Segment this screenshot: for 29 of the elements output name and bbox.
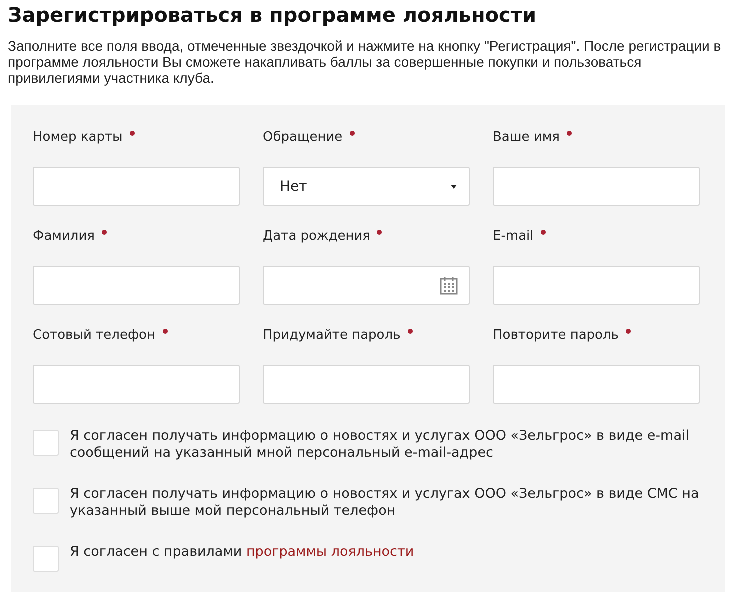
input-field[interactable] bbox=[33, 266, 240, 305]
field-label: Ваше имя bbox=[493, 129, 560, 147]
field-label: E-mail bbox=[493, 228, 534, 246]
field-label: Номер карты bbox=[33, 129, 123, 147]
checkbox[interactable] bbox=[33, 546, 59, 572]
field-label: Дата рождения bbox=[263, 228, 370, 246]
rules-link[interactable]: программы лояльности bbox=[246, 544, 414, 560]
date-field[interactable] bbox=[263, 266, 470, 305]
input-field[interactable] bbox=[493, 266, 700, 305]
checkbox[interactable] bbox=[33, 488, 59, 514]
input-field[interactable] bbox=[493, 167, 700, 206]
input-field[interactable] bbox=[263, 365, 470, 404]
input-field[interactable] bbox=[493, 365, 700, 404]
input-field[interactable] bbox=[33, 167, 240, 206]
page-title: Зарегистрироваться в программе лояльности bbox=[8, 2, 538, 28]
caret-icon bbox=[451, 184, 457, 188]
select-field[interactable]: Нет bbox=[263, 167, 470, 206]
consent-text: Я согласен получать информацию о новостях и услугах ООО «Зельгрос» в виде СМС на указанный выше мой персональный телефон bbox=[70, 486, 700, 520]
field-label: Сотовый телефон bbox=[33, 327, 156, 345]
consent-text: Я согласен получать информацию о новостях и услугах ООО «Зельгрос» в виде e-mail сообщений на указанный мной персональный e-mail-адрес bbox=[70, 428, 690, 462]
calendar-icon[interactable] bbox=[439, 276, 459, 296]
consent-text: Я согласен с правилами программы лояльности bbox=[70, 544, 416, 561]
field-label: Фамилия bbox=[33, 228, 95, 246]
checkbox[interactable] bbox=[33, 430, 59, 456]
field-label: Повторите пароль bbox=[493, 327, 619, 345]
field-label: Придумайте пароль bbox=[263, 327, 401, 345]
field-label: Обращение bbox=[263, 129, 343, 147]
intro-text: Заполните все поля ввода, отмеченные звездочкой и нажмите на кнопку "Регистрация". После регистрации в программе лояльности Вы сможете накапливать баллы за совершенные покупки и пользоваться привилегиями участника клуба. bbox=[8, 38, 722, 86]
input-field[interactable] bbox=[33, 365, 240, 404]
